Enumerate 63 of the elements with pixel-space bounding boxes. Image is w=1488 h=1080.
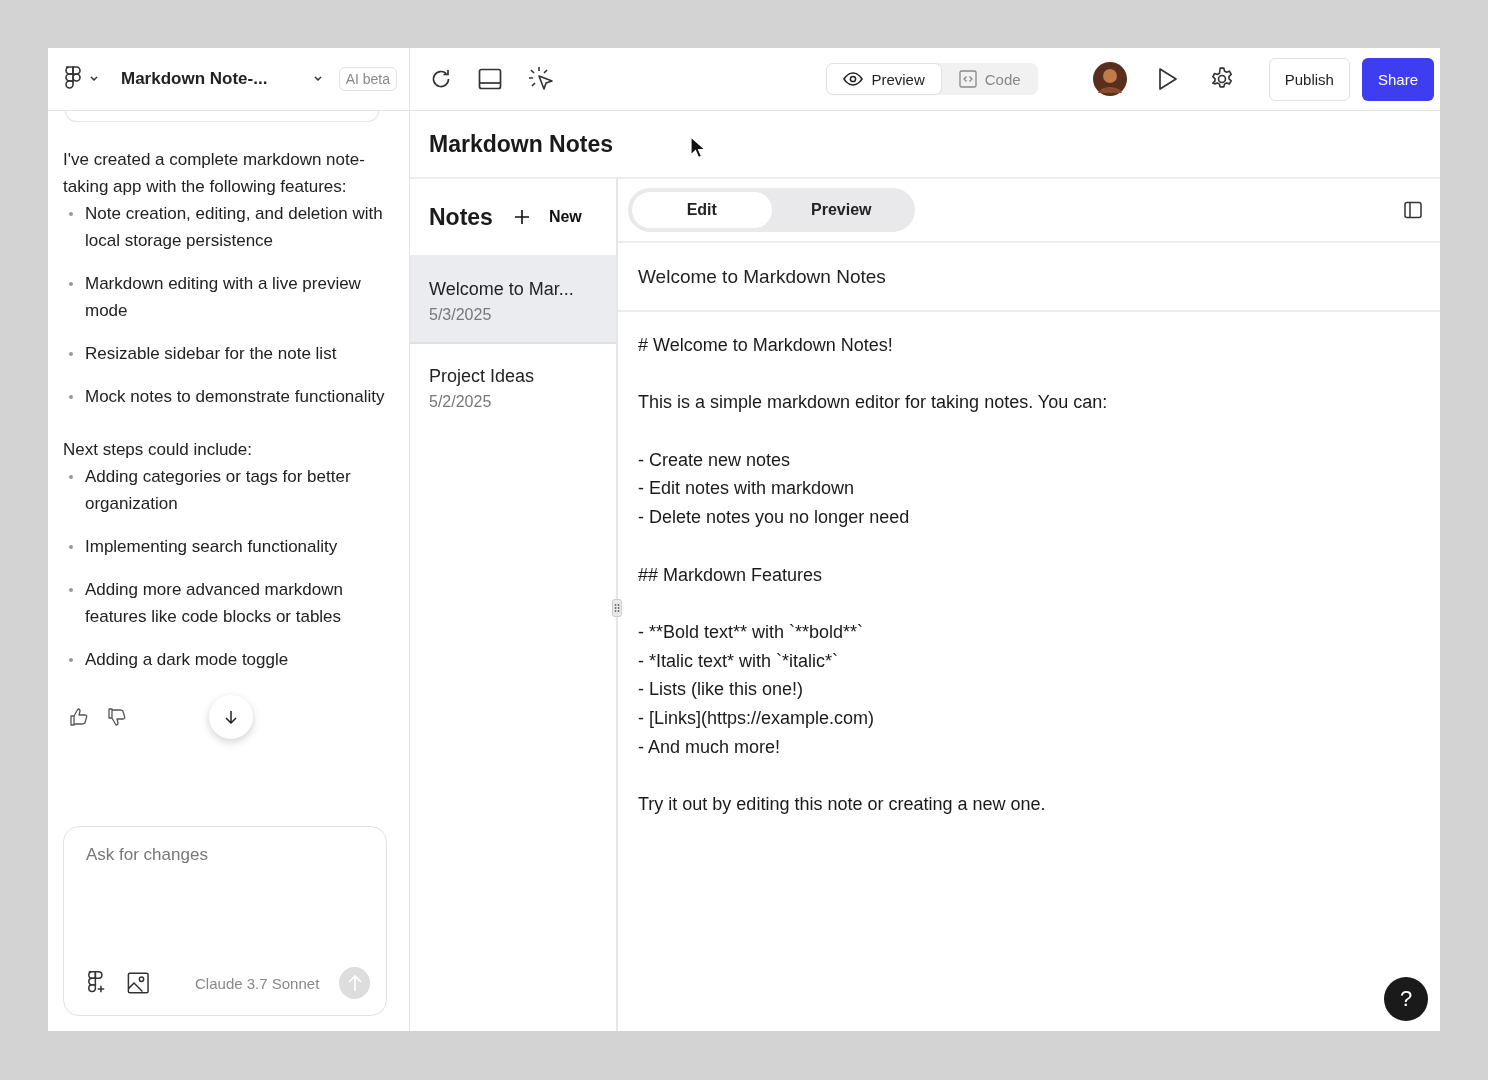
bullet-item: Adding more advanced markdown features like code blocks or tables bbox=[63, 576, 387, 630]
thumbs-up-icon[interactable] bbox=[69, 707, 89, 727]
view-toggle-tab[interactable]: Preview bbox=[826, 63, 942, 95]
message-text: Next steps could include: bbox=[63, 439, 253, 461]
mode-tab[interactable]: Preview bbox=[771, 192, 911, 228]
note-title: Project Ideas bbox=[429, 366, 536, 387]
bullet-item: Adding a dark mode toggle bbox=[63, 646, 387, 673]
new-note-button[interactable]: New bbox=[514, 208, 582, 226]
model-selector[interactable]: Claude 3.7 Sonnet bbox=[195, 974, 320, 992]
editor-line: This is a simple markdown editor for taking notes. You can: bbox=[638, 391, 1109, 415]
code-icon bbox=[958, 70, 977, 88]
panel-icon[interactable] bbox=[478, 68, 502, 90]
chat-input[interactable]: Ask for changes Claude 3.7 Sonnet bbox=[63, 826, 387, 1016]
mode-tab[interactable]: Edit bbox=[632, 192, 772, 228]
bullet-item: Implementing search functionality bbox=[63, 533, 387, 560]
editor-line: ## Markdown Features bbox=[638, 563, 824, 587]
bullet-item: Mock notes to demonstrate functionality bbox=[63, 383, 387, 410]
thumbs-down-icon[interactable] bbox=[107, 707, 127, 727]
note-title-field[interactable]: Welcome to Markdown Notes bbox=[618, 243, 1440, 312]
note-item[interactable]: Welcome to Mar... 5/3/2025 bbox=[410, 257, 616, 344]
beta-badge: AI beta bbox=[338, 67, 397, 91]
editor-line: Try it out by editing this note or creating a new one. bbox=[638, 793, 1047, 817]
project-title[interactable]: Markdown Note-... bbox=[121, 69, 268, 89]
editor-line: - [Links](https://example.com) bbox=[638, 707, 876, 731]
arrow-down-icon bbox=[224, 710, 238, 724]
sidebar-toggle-icon[interactable] bbox=[1404, 201, 1422, 219]
note-title: Welcome to Mar... bbox=[429, 279, 575, 300]
bullet-item: Adding categories or tags for better organization bbox=[63, 463, 387, 517]
bullet-item: Note creation, editing, and deletion with local storage persistence bbox=[63, 200, 387, 254]
image-icon[interactable] bbox=[126, 971, 150, 995]
bullet-item: Resizable sidebar for the note list bbox=[63, 340, 387, 367]
editor-line: - *Italic text* with `*italic*` bbox=[638, 649, 840, 673]
message-text: I've created a complete markdown note-taking app with the following features: bbox=[63, 149, 366, 198]
cursor-click-icon[interactable] bbox=[528, 66, 554, 92]
help-button[interactable]: ? bbox=[1384, 977, 1428, 1021]
figma-icon bbox=[63, 66, 83, 92]
caret-icon[interactable] bbox=[312, 75, 323, 83]
figma-menu-button[interactable] bbox=[63, 66, 99, 92]
resize-handle[interactable] bbox=[612, 599, 622, 617]
plus-icon bbox=[514, 210, 529, 224]
caret-icon bbox=[89, 75, 99, 83]
note-date: 5/3/2025 bbox=[429, 306, 493, 324]
editor-line: - Create new notes bbox=[638, 448, 792, 472]
editor-line: - Edit notes with markdown bbox=[638, 477, 856, 501]
share-button[interactable]: Share bbox=[1361, 57, 1434, 101]
editor-line: - Lists (like this one!) bbox=[638, 678, 805, 702]
notes-heading: Notes bbox=[429, 203, 493, 231]
publish-button[interactable]: Publish bbox=[1268, 57, 1350, 101]
note-item[interactable]: Project Ideas 5/2/2025 bbox=[410, 344, 616, 431]
editor-line: - **Bold text** with `**bold**` bbox=[638, 620, 865, 644]
bullet-item: Markdown editing with a live preview mode bbox=[63, 270, 387, 324]
editor-line: - And much more! bbox=[638, 735, 782, 759]
mouse-pointer-icon bbox=[690, 136, 706, 160]
refresh-icon[interactable] bbox=[430, 68, 452, 90]
scroll-down-button[interactable] bbox=[209, 695, 253, 739]
eye-icon bbox=[843, 72, 864, 86]
editor-line: - Delete notes you no longer need bbox=[638, 506, 911, 530]
note-date: 5/2/2025 bbox=[429, 393, 493, 411]
editor-line: # Welcome to Markdown Notes! bbox=[638, 334, 894, 357]
arrow-up-icon bbox=[347, 974, 362, 992]
avatar[interactable] bbox=[1092, 62, 1127, 96]
app-title: Markdown Notes bbox=[429, 130, 614, 158]
play-icon[interactable] bbox=[1156, 67, 1179, 91]
